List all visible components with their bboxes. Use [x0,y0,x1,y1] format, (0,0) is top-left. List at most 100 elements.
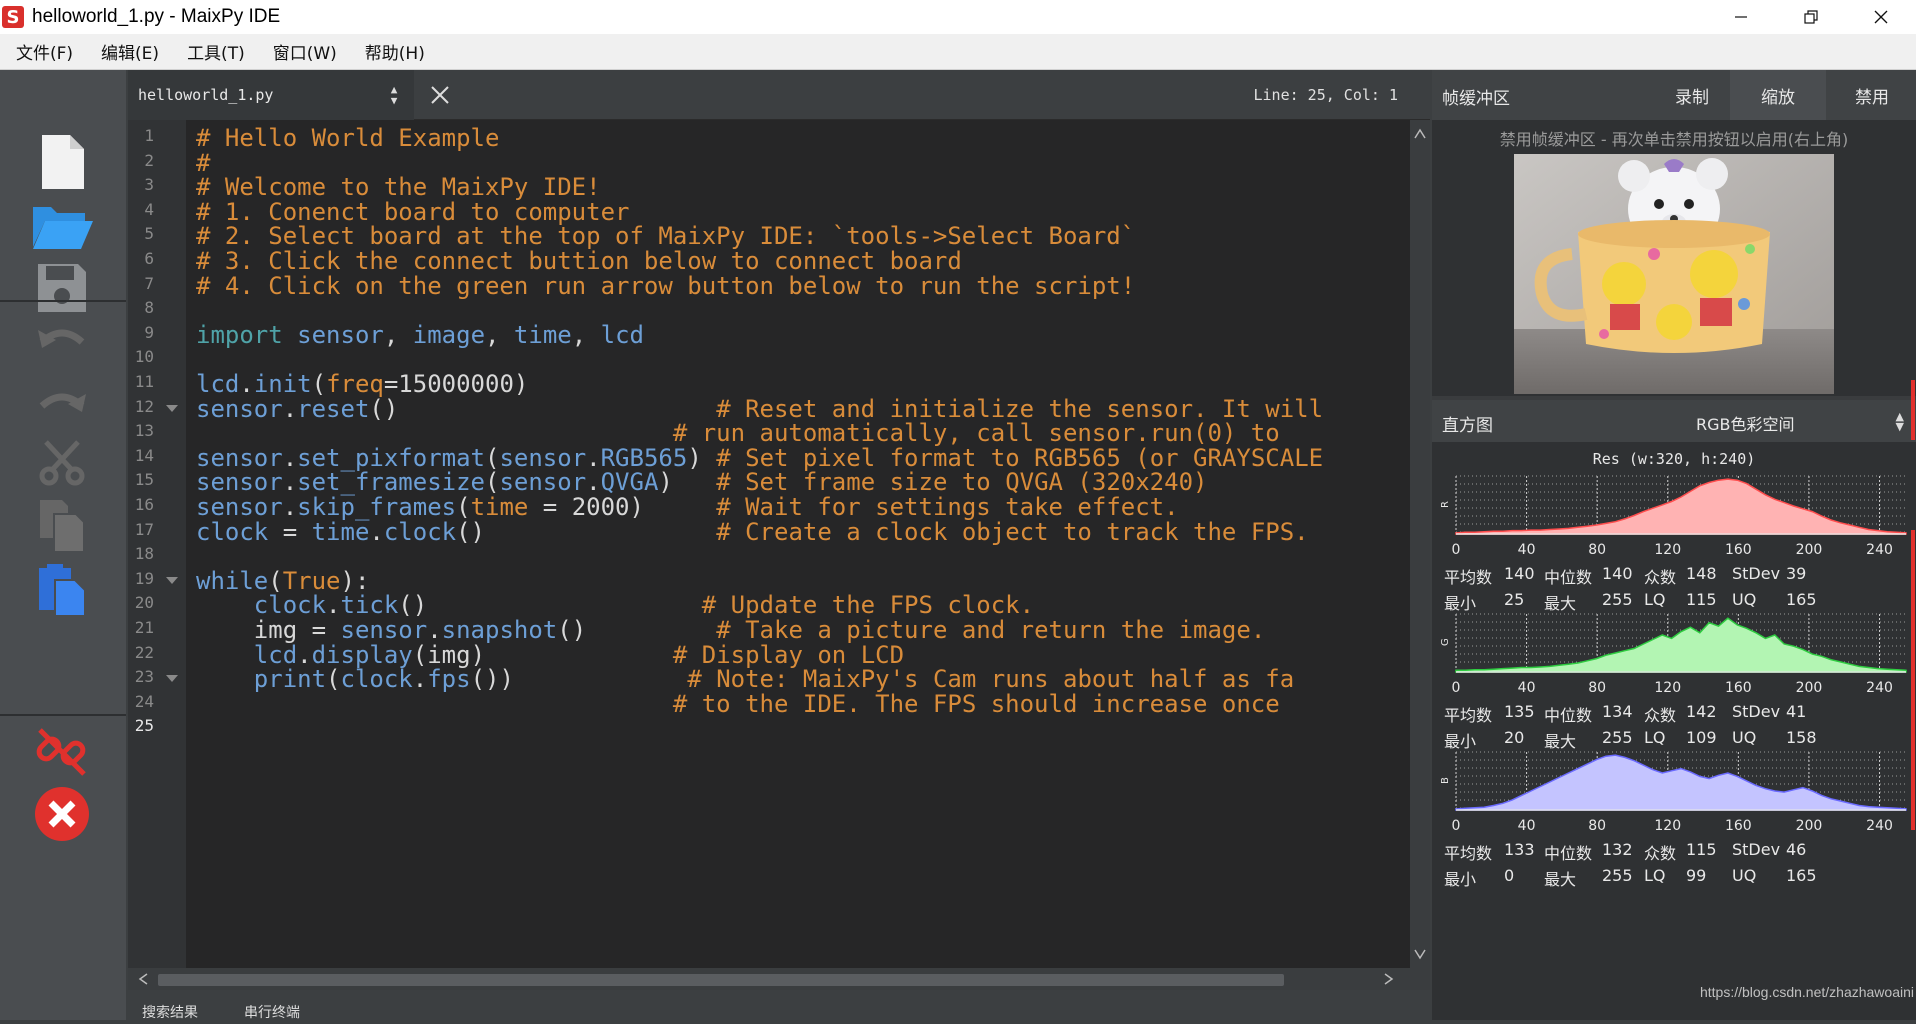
line-number: 23 [134,667,154,687]
copy-button[interactable] [26,494,98,558]
menu-window[interactable]: 窗口(W) [257,39,349,64]
search-results-tab[interactable]: 搜索结果 [142,1002,198,1022]
paste-button[interactable] [26,558,98,622]
restore-button[interactable] [1776,0,1846,34]
line-number: 16 [134,495,154,514]
fold-arrow-icon[interactable] [166,404,178,412]
histogram-area [1455,754,1907,811]
colorspace-select[interactable]: RGB色彩空间 [1696,411,1795,435]
stop-button[interactable] [26,782,98,846]
code-token: image [412,320,486,349]
undo-button[interactable] [26,310,98,374]
redo-button[interactable] [26,370,98,434]
file-switch-arrows-icon[interactable]: ▲ ▼ [384,84,404,108]
line-number: 7 [144,273,154,293]
stat-value: 109 [1686,728,1717,747]
stat-value: 132 [1602,840,1633,859]
line-number: 14 [134,445,154,465]
stat-label: 中位数 [1544,568,1593,587]
disable-button[interactable]: 禁用 [1828,70,1916,120]
right-panel-scrollbar[interactable] [1910,380,1916,1020]
histogram-area [1455,617,1907,673]
stat-value: 148 [1686,564,1717,583]
histogram-area [1455,478,1907,535]
bottom-status-bar: 搜索结果 串行终端 [128,990,1430,1022]
code-token: # to the IDE. The FPS should increase on… [672,689,1280,718]
close-window-button[interactable] [1846,0,1916,34]
stat-value: 140 [1602,564,1633,583]
line-number: 8 [144,298,154,318]
stat-value: 133 [1504,840,1535,859]
horizontal-scroll-thumb[interactable] [158,974,1284,986]
stat-label: 中位数 [1544,706,1593,725]
histogram-stats-r: 平均数 140 中位数 140 众数 148 StDev 39 最小 25 最大 255 LQ 115 UQ… [1444,564,1904,616]
axis-tick-label: 160 [1725,818,1752,834]
axis-tick-label: 0 [1452,680,1461,696]
stat-label: LQ [1644,866,1666,885]
code-line: import sensor, image, time, lcd [196,320,644,350]
code-line: # to the IDE. The FPS should increase on… [196,689,1280,719]
stat-label: 最小 [1444,870,1477,889]
stat-value: 39 [1786,564,1807,583]
histogram-label: 直方图 [1442,416,1493,436]
code-token: = [268,517,312,546]
cut-button[interactable] [26,430,98,494]
serial-terminal-tab[interactable]: 串行终端 [244,1002,300,1022]
redo-icon [39,393,86,412]
fold-arrow-icon[interactable] [166,675,178,683]
code-token: # Hello World Example [196,124,500,152]
axis-tick-label: 240 [1866,818,1893,834]
menu-file[interactable]: 文件(F) [0,39,85,64]
file-tab[interactable]: helloworld_1.py ▲ ▼ [128,70,414,120]
stat-value: 255 [1602,590,1633,609]
code-token: import [196,320,283,349]
code-token: time [513,320,572,349]
close-file-button[interactable] [418,70,462,120]
stat-label: 众数 [1644,568,1677,587]
channel-label: B [1440,777,1451,784]
stat-value: 41 [1786,702,1807,721]
histogram-stats-g: 平均数 135 中位数 134 众数 142 StDev 41 最小 20 最大 255 LQ 109 UQ… [1444,702,1904,754]
code-token: () [456,517,717,546]
colorspace-arrows-icon[interactable]: ▲ ▼ [1896,411,1904,432]
menu-help[interactable]: 帮助(H) [349,39,437,64]
histogram-header: 直方图 RGB色彩空间 ▲ ▼ [1432,400,1916,442]
axis-tick-label: 200 [1796,680,1823,696]
left-toolbar [0,70,126,1020]
code-text-area[interactable]: # Hello World Example # # Welcome to the M… [186,120,1410,968]
menu-tools[interactable]: 工具(T) [171,39,257,64]
menu-edit[interactable]: 编辑(E) [85,39,171,64]
line-number: 3 [144,175,154,195]
horizontal-scrollbar[interactable] [128,968,1430,990]
line-number: 1 [144,126,154,145]
new-file-button[interactable] [26,130,98,194]
cursor-position: Line: 25, Col: 1 [1253,86,1399,104]
copy-icon [40,500,85,553]
axis-tick-label: 200 [1796,818,1823,834]
restore-icon [1804,10,1818,24]
stat-value: 165 [1786,866,1817,885]
right-panel: 帧缓冲区 录制 缩放 禁用 禁用帧缓冲区 - 再次单击禁用按钮以启用(右上角) [1432,70,1916,1020]
fold-arrow-icon[interactable] [166,576,178,584]
record-button[interactable]: 录制 [1656,70,1728,120]
histogram-chart-b: B 0 40 80 120 160 200 240 [1440,751,1907,834]
code-token: lcd [600,320,644,349]
vertical-scrollbar[interactable] [1410,120,1430,968]
code-token: . [369,517,384,546]
line-number: 15 [134,470,154,490]
zoom-button[interactable]: 缩放 [1730,70,1826,120]
open-file-button[interactable] [26,194,98,258]
disconnect-icon [36,728,86,776]
line-number: 4 [144,199,154,219]
stat-value: 142 [1686,702,1717,721]
stat-label: UQ [1732,728,1757,747]
axis-tick-label: 160 [1725,680,1752,696]
disconnect-button[interactable] [26,720,98,784]
axis-tick-label: 120 [1654,680,1681,696]
line-number-gutter: 1 2 3 4 5 6 7 8 9 10 11 12 13 14 15 16 17 18 19 20 21 22 23 24 2… [128,120,186,968]
menu-bar: 文件(F) 编辑(E) 工具(T) 窗口(W) 帮助(H) [0,34,1916,70]
stat-label: LQ [1644,590,1666,609]
minimize-button[interactable] [1706,0,1776,34]
new-file-icon [42,135,84,189]
